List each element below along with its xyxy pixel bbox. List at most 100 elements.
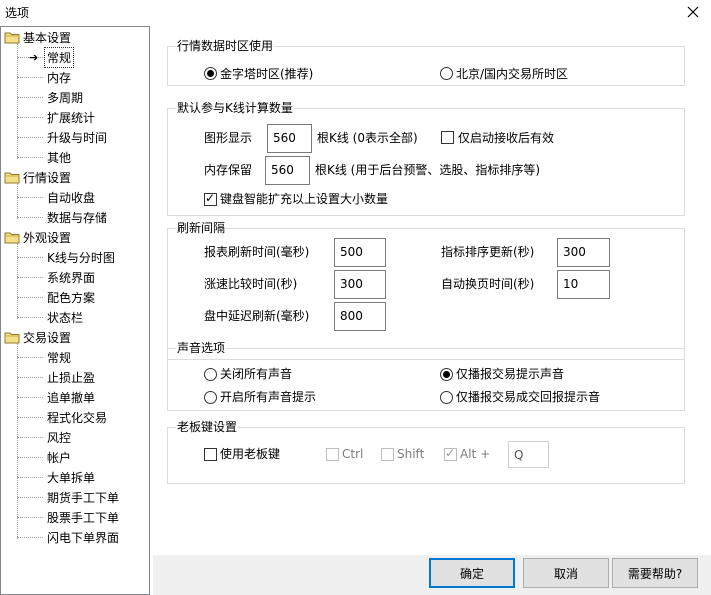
tree-item-label: 闪电下单界面 <box>47 530 120 545</box>
tree-group-3[interactable]: 交易设置 <box>4 327 73 347</box>
tree-item-label: 多周期 <box>47 90 84 105</box>
tree-item[interactable]: 常规 <box>45 347 73 367</box>
tree-group-label: 基本设置 <box>23 30 72 45</box>
tree-item-label: 常规 <box>43 46 75 68</box>
tree-item[interactable]: 升级与时间 <box>45 127 109 147</box>
cancel-button[interactable]: 取消 <box>523 558 609 588</box>
tree-item[interactable]: 配色方案 <box>45 287 97 307</box>
boss-alt-checkbox[interactable] <box>444 446 457 461</box>
tree-group-label: 交易设置 <box>23 330 72 345</box>
auto-page-input[interactable]: 10 <box>557 270 610 299</box>
boss-key-checkbox[interactable] <box>204 448 217 461</box>
quote-refresh-input[interactable]: 500 <box>334 238 386 267</box>
folder-open-icon <box>4 31 21 44</box>
timezone-group: 行情数据时区使用 金字塔时区(推荐) 北京/国内交易所时区 <box>167 39 685 86</box>
rise-speed-label: 涨速比较时间(秒) <box>204 277 298 291</box>
tree-group-0[interactable]: 基本设置 <box>4 27 73 47</box>
tree-connector <box>17 137 43 138</box>
display-count-input[interactable]: 560 <box>267 124 312 153</box>
tree-item-label: 状态栏 <box>47 310 84 325</box>
refresh-group-title: 刷新间隔 <box>176 221 227 235</box>
tree-item[interactable]: 追单撤单 <box>45 387 97 407</box>
tree-connector <box>17 357 43 358</box>
tree-item-label: 内存 <box>47 70 72 85</box>
kline-group: 默认参与K线计算数量 图形显示 560 根K线 (0表示全部) 仅启动接收后有效… <box>167 101 685 216</box>
tree-item[interactable]: 系统界面 <box>45 267 97 287</box>
tree-connector <box>17 437 43 438</box>
tree-item[interactable]: 股票手工下单 <box>45 507 121 527</box>
close-button[interactable] <box>681 1 705 23</box>
sound-trade-only-label[interactable]: 仅播报交易提示声音 <box>456 366 564 382</box>
tree-item-label: 常规 <box>47 350 72 365</box>
receive-only-label[interactable]: 仅启动接收后有效 <box>458 130 554 146</box>
sound-trade-return-label[interactable]: 仅播报交易成交回报提示音 <box>456 389 600 405</box>
tree-item[interactable]: 期货手工下单 <box>45 487 121 507</box>
boss-ctrl-checkbox[interactable] <box>326 448 339 461</box>
tree-item[interactable]: 多周期 <box>45 87 85 107</box>
boss-key-input[interactable]: Q <box>508 441 549 468</box>
tree-item[interactable]: 大单拆单 <box>45 467 97 487</box>
delay-refresh-input[interactable]: 800 <box>334 302 386 331</box>
sound-close-all-radio[interactable] <box>204 368 217 381</box>
refresh-group: 刷新间隔 报表刷新时间(毫秒) 500 指标排序更新(秒) 300 涨速比较时间… <box>167 221 685 360</box>
tree-connector <box>17 317 43 318</box>
tree-connector <box>17 217 43 218</box>
folder-open-icon <box>4 331 21 344</box>
tree-connector <box>17 497 43 498</box>
sound-trade-return-radio[interactable] <box>440 391 453 404</box>
receive-only-checkbox[interactable] <box>441 131 454 144</box>
settings-content: 行情数据时区使用 金字塔时区(推荐) 北京/国内交易所时区 默认参与K线计算数量… <box>153 26 711 555</box>
tree-item[interactable]: 其他 <box>45 147 73 167</box>
sound-close-all-label[interactable]: 关闭所有声音 <box>220 366 292 382</box>
tree-item-label: 系统界面 <box>47 270 96 285</box>
title-bar: 选项 <box>0 0 711 24</box>
tree-item[interactable]: 止损止盈 <box>45 367 97 387</box>
timezone-beijing-label[interactable]: 北京/国内交易所时区 <box>456 66 568 82</box>
boss-key-label[interactable]: 使用老板键 <box>220 446 280 462</box>
tree-item-label: 期货手工下单 <box>47 490 120 505</box>
tree-group-label: 外观设置 <box>23 230 72 245</box>
tree-item[interactable]: 闪电下单界面 <box>45 527 121 547</box>
tree-item-label: 大单拆单 <box>47 470 96 485</box>
settings-tree[interactable]: 基本设置 ➔ 常规内存多周期扩展统计升级与时间其他行情设置自动收盘 数据与存储外观设置… <box>0 26 150 595</box>
tree-item[interactable]: 自动收盘 <box>45 187 97 207</box>
tree-item[interactable]: K线与分时图 <box>45 247 117 267</box>
tree-item[interactable]: 程式化交易 <box>45 407 109 427</box>
sound-trade-only-radio[interactable] <box>440 368 453 381</box>
help-button[interactable]: 需要帮助? <box>612 558 698 588</box>
memory-count-input[interactable]: 560 <box>265 156 310 185</box>
sound-open-all-label[interactable]: 开启所有声音提示 <box>220 389 316 405</box>
dialog-button-bar: 确定 取消 需要帮助? <box>153 555 711 595</box>
boss-ctrl-label: Ctrl <box>342 447 364 461</box>
tree-connector <box>17 117 43 118</box>
tree-item[interactable]: 数据与存储 <box>45 207 109 227</box>
tree-item[interactable]: 帐户 <box>45 447 73 467</box>
keyboard-expand-label[interactable]: 键盘智能扩充以上设置大小数量 <box>220 191 388 207</box>
keyboard-expand-checkbox[interactable] <box>204 191 217 206</box>
memory-count-label: 内存保留 <box>204 163 253 177</box>
tree-group-1[interactable]: 行情设置 <box>4 167 73 187</box>
tree-connector <box>17 477 43 478</box>
tree-item[interactable]: 内存 <box>45 67 73 87</box>
tree-item[interactable]: 状态栏 <box>45 307 85 327</box>
tree-item-label: 程式化交易 <box>47 410 108 425</box>
boss-shift-checkbox[interactable] <box>381 448 394 461</box>
tree-connector <box>17 77 43 78</box>
tree-item[interactable]: 风控 <box>45 427 73 447</box>
tree-group-2[interactable]: 外观设置 <box>4 227 73 247</box>
tree-item-label: 扩展统计 <box>47 110 96 125</box>
timezone-pyramid-label[interactable]: 金字塔时区(推荐) <box>220 66 313 82</box>
timezone-pyramid-radio[interactable] <box>204 67 217 80</box>
sound-open-all-radio[interactable] <box>204 391 217 404</box>
tree-item-label: 升级与时间 <box>47 130 108 145</box>
tree-connector <box>17 457 43 458</box>
tree-group-label: 行情设置 <box>23 170 72 185</box>
rank-update-input[interactable]: 300 <box>557 238 610 267</box>
ok-button[interactable]: 确定 <box>429 558 515 588</box>
tree-item[interactable]: 扩展统计 <box>45 107 97 127</box>
tree-item-label: 配色方案 <box>47 290 96 305</box>
timezone-beijing-radio[interactable] <box>440 67 453 80</box>
folder-open-icon <box>4 231 21 244</box>
rise-speed-input[interactable]: 300 <box>334 270 386 299</box>
tree-item[interactable]: ➔ 常规 <box>29 46 75 68</box>
